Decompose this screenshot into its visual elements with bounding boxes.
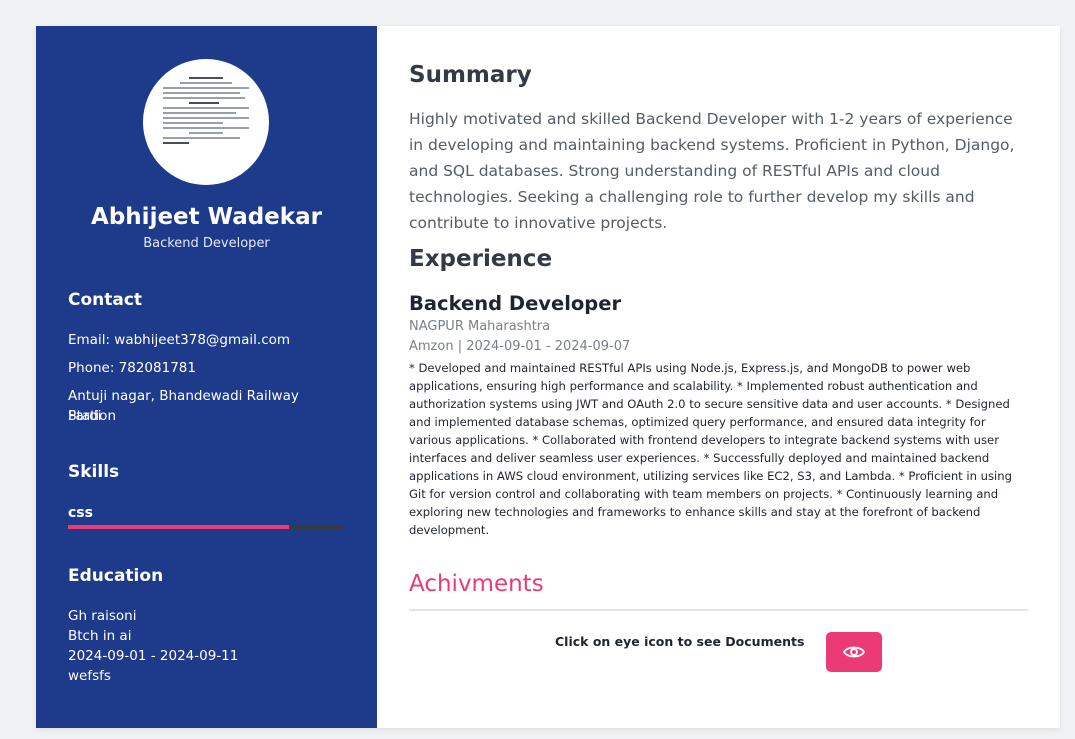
view-documents-button[interactable] bbox=[826, 632, 882, 672]
eye-icon bbox=[843, 646, 865, 658]
skill-progress-fill bbox=[68, 525, 289, 529]
contact-address-line2: Pardi bbox=[68, 408, 102, 424]
education-school: Gh raisoni bbox=[68, 608, 137, 624]
job-company-dates: Amzon | 2024-09-01 - 2024-09-07 bbox=[409, 339, 631, 354]
job-title: Backend Developer bbox=[409, 292, 622, 315]
sidebar: Abhijeet Wadekar Backend Developer Conta… bbox=[36, 26, 377, 728]
achievements-divider bbox=[409, 609, 1028, 611]
education-degree: Btch in ai bbox=[68, 628, 132, 644]
experience-heading: Experience bbox=[409, 246, 553, 272]
job-location: NAGPUR Maharashtra bbox=[409, 319, 551, 334]
education-note: wefsfs bbox=[68, 668, 111, 684]
summary-heading: Summary bbox=[409, 62, 532, 88]
summary-text: Highly motivated and skilled Backend Dev… bbox=[409, 110, 1015, 232]
job-description: * Developed and maintained RESTful APIs … bbox=[409, 361, 1012, 537]
avatar bbox=[143, 59, 269, 185]
achievements-hint: Click on eye icon to see Documents bbox=[555, 634, 805, 649]
skill-progress-track bbox=[68, 525, 344, 529]
profile-name: Abhijeet Wadekar bbox=[91, 204, 322, 230]
document-thumbnail-icon bbox=[163, 77, 249, 147]
skill-name: css bbox=[68, 505, 93, 521]
resume-card: Abhijeet Wadekar Backend Developer Conta… bbox=[36, 26, 1060, 728]
contact-phone: Phone: 782081781 bbox=[68, 360, 196, 376]
education-dates: 2024-09-01 - 2024-09-11 bbox=[68, 648, 239, 664]
achievements-heading: Achivments bbox=[409, 571, 544, 597]
skills-heading: Skills bbox=[68, 462, 120, 482]
contact-email: Email: wabhijeet378@gmail.com bbox=[68, 332, 291, 348]
profile-role: Backend Developer bbox=[143, 236, 270, 251]
contact-heading: Contact bbox=[68, 290, 143, 310]
main-content: Summary Highly motivated and skilled Bac… bbox=[377, 26, 1060, 728]
education-heading: Education bbox=[68, 566, 164, 586]
